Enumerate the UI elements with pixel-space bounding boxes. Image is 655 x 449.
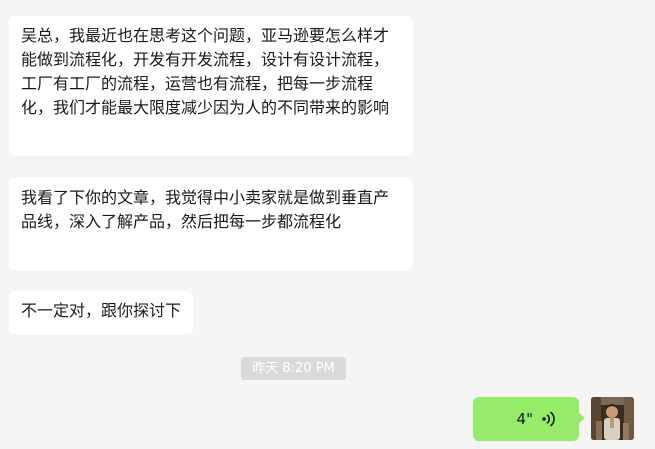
message-bubble[interactable]: 不一定对，跟你探讨下 — [9, 291, 194, 334]
voice-wave-icon — [542, 411, 555, 427]
user-avatar-photo — [591, 397, 634, 440]
avatar[interactable] — [591, 397, 634, 440]
voice-message-bubble[interactable]: 4" — [473, 397, 585, 441]
voice-duration: 4" — [516, 410, 533, 428]
message-text: 不一定对，跟你探讨下 — [21, 301, 182, 320]
chat-timestamp: 昨天 8:20 PM — [241, 357, 346, 380]
message-text: 吴总，我最近也在思考这个问题，亚马逊要怎么样才能做到流程化，开发有开发流程，设计… — [21, 26, 390, 117]
message-bubble[interactable]: 吴总，我最近也在思考这个问题，亚马逊要怎么样才能做到流程化，开发有开发流程，设计… — [9, 16, 413, 156]
message-bubble[interactable]: 我看了下你的文章，我觉得中小卖家就是做到垂直产品线，深入了解产品，然后把每一步都… — [9, 178, 413, 270]
message-text: 我看了下你的文章，我觉得中小卖家就是做到垂直产品线，深入了解产品，然后把每一步都… — [21, 188, 390, 231]
